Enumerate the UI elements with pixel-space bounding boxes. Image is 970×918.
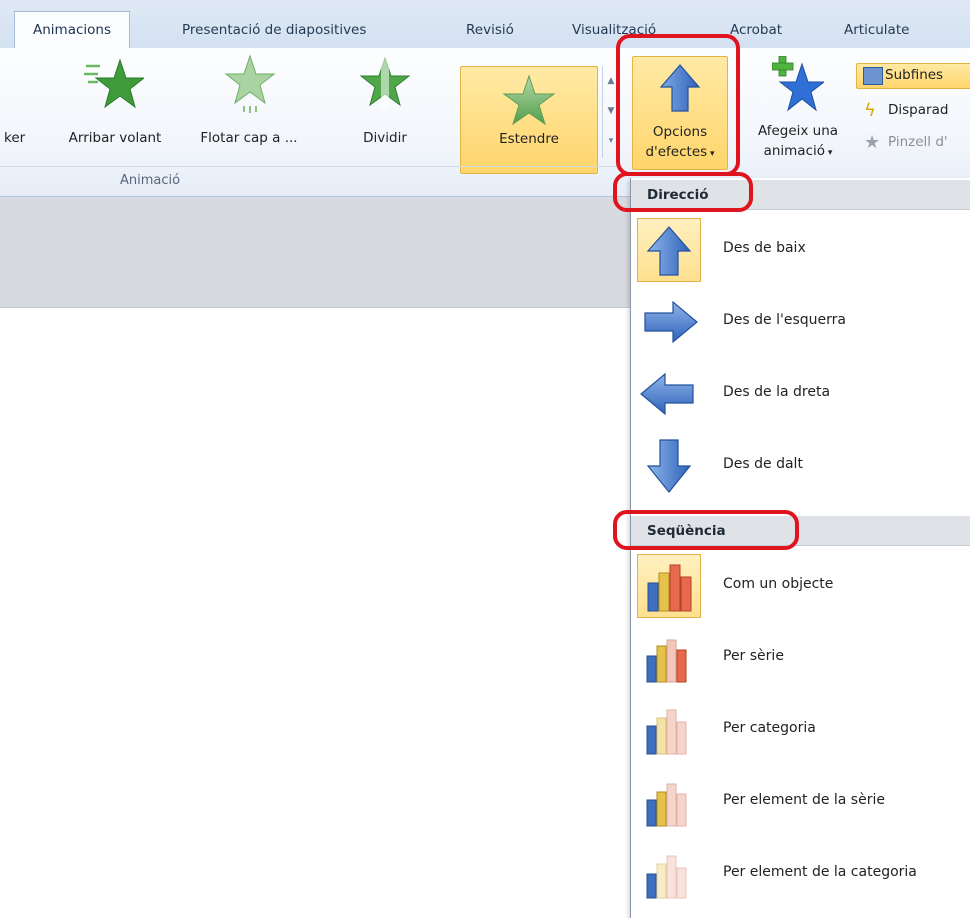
add-animation-star-icon [772, 56, 824, 112]
slide-workspace-band [0, 197, 632, 308]
menu-item-by-series[interactable]: Per sèrie [631, 622, 970, 694]
add-animation-label-2-wrap: animació ▾ [744, 142, 852, 162]
dropdown-arrow-icon: ▾ [825, 148, 833, 158]
fly-in-star-icon [84, 58, 144, 109]
animation-pane-label: Subfines [885, 67, 944, 83]
effect-partial-label: ker [4, 130, 26, 146]
effect-float-in-button[interactable]: Flotar cap a ... [184, 48, 314, 158]
menu-item-label: Des de la dreta [723, 384, 831, 400]
tab-animacions[interactable]: Animacions [14, 11, 130, 50]
menu-item-from-right[interactable]: Des de la dreta [631, 358, 970, 430]
slide-canvas[interactable] [0, 308, 632, 918]
menu-item-from-bottom[interactable]: Des de baix [631, 214, 970, 286]
trigger-label: Disparad [888, 102, 949, 118]
tab-revisio[interactable]: Revisió [466, 12, 514, 48]
add-animation-label-1: Afegeix una [757, 123, 839, 139]
effect-split-label: Dividir [363, 130, 407, 146]
lightning-icon: ϟ [864, 100, 876, 121]
menu-item-label: Per element de la sèrie [723, 792, 885, 808]
effect-fly-in-button[interactable]: Arribar volant [50, 48, 180, 158]
effect-split-button[interactable]: Dividir [330, 48, 440, 158]
arrow-left-icon [637, 362, 701, 426]
menu-item-label: Des de l'esquerra [723, 312, 846, 328]
effect-partial-button[interactable]: ker [0, 48, 40, 158]
arrow-up-icon [637, 218, 701, 282]
animation-painter-button[interactable]: ★ Pinzell d' [860, 132, 970, 156]
trigger-button[interactable]: ϟ Disparad [860, 100, 970, 124]
effect-float-in-label: Flotar cap a ... [200, 130, 298, 146]
menu-item-from-left[interactable]: Des de l'esquerra [631, 286, 970, 358]
animation-pane-icon [863, 67, 883, 85]
group-label-animacio: Animació [120, 173, 181, 188]
highlight-direction-header [613, 172, 753, 212]
arrow-down-icon [637, 434, 701, 498]
chart-by-category-icon [637, 698, 701, 762]
menu-item-by-series-element[interactable]: Per element de la sèrie [631, 766, 970, 838]
wipe-star-icon [502, 74, 556, 126]
animation-pane-button[interactable]: Subfines [856, 63, 970, 89]
highlight-effect-options [616, 34, 740, 176]
menu-item-label: Per element de la categoria [723, 864, 917, 880]
chart-as-object-icon [637, 554, 701, 618]
brush-star-icon: ★ [864, 132, 881, 153]
menu-item-label: Des de baix [723, 240, 806, 256]
highlight-sequence-header [613, 510, 799, 550]
menu-item-as-one-object[interactable]: Com un objecte [631, 550, 970, 622]
menu-item-by-category[interactable]: Per categoria [631, 694, 970, 766]
effect-wipe-button[interactable]: Estendre [460, 66, 598, 174]
chart-by-category-element-icon [637, 842, 701, 906]
menu-item-from-top[interactable]: Des de dalt [631, 430, 970, 502]
menu-item-label: Des de dalt [723, 456, 803, 472]
menu-item-label: Per sèrie [723, 648, 784, 664]
add-animation-button[interactable]: Afegeix una animació ▾ [744, 56, 852, 168]
tab-presentacio[interactable]: Presentació de diapositives [182, 12, 366, 48]
arrow-right-icon [637, 290, 701, 354]
chart-by-series-element-icon [637, 770, 701, 834]
group-separator [0, 166, 622, 167]
ribbon-tab-bar: Animacions Presentació de diapositives R… [0, 0, 970, 50]
menu-item-by-category-element[interactable]: Per element de la categoria [631, 838, 970, 910]
animation-painter-label: Pinzell d' [888, 134, 948, 150]
chart-by-series-icon [637, 626, 701, 690]
effect-fly-in-label: Arribar volant [68, 130, 162, 146]
split-star-icon [359, 56, 411, 110]
menu-item-label: Per categoria [723, 720, 816, 736]
add-animation-label-2: animació [763, 143, 826, 159]
tab-articulate[interactable]: Articulate [844, 12, 909, 48]
float-in-star-icon [224, 54, 276, 113]
menu-item-label: Com un objecte [723, 576, 834, 592]
effect-wipe-label: Estendre [499, 131, 559, 147]
ribbon: ker Arribar volant Flotar cap a ... Divi… [0, 48, 970, 197]
